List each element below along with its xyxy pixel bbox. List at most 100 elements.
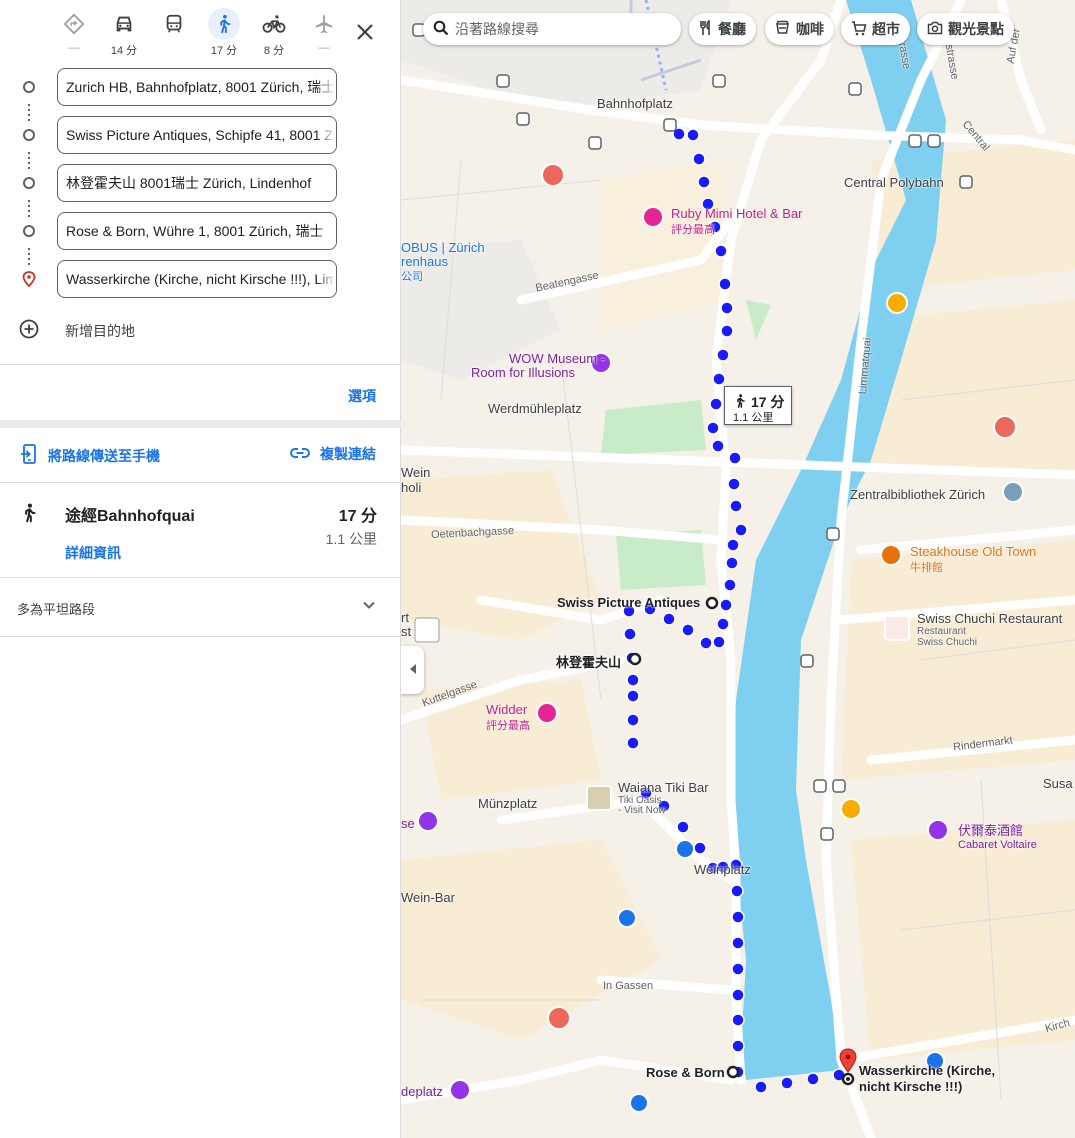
stop-input[interactable]: Zurich HB, Bahnhofplatz, 8001 Zürich, 瑞士 — [57, 68, 337, 106]
stop-input[interactable]: Swiss Picture Antiques, Schipfe 41, 8001… — [57, 116, 337, 154]
poi-label-wow-museum[interactable]: WOW Museum - — [509, 351, 605, 366]
route-option[interactable]: 途經Bahnhofquai 17 分 1.1 公里 詳細資訊 — [0, 483, 401, 577]
callout-distance: 1.1 公里 — [733, 412, 774, 424]
map-label: Zentralbibliothek Zürich — [850, 487, 986, 502]
map-label: deplatz — [401, 1084, 443, 1099]
map-label: Restaurant — [917, 626, 966, 637]
map-label: Münzplatz — [478, 796, 538, 811]
poi-subtitle: Cabaret Voltaire — [958, 839, 1037, 851]
car-icon — [108, 8, 140, 40]
search-icon — [433, 20, 449, 39]
poi-label-swiss-chuchi[interactable]: Swiss Chuchi Restaurant — [917, 611, 1062, 626]
route-callout[interactable]: 17 分 1.1 公里 — [724, 386, 792, 425]
map-label: - Visit Now — [618, 805, 666, 816]
coffee-icon — [775, 20, 791, 39]
add-destination-label: 新增目的地 — [65, 323, 135, 339]
chip-coffee[interactable]: 咖啡 — [765, 13, 834, 45]
divider — [0, 420, 401, 428]
stop-input[interactable]: 林登霍夫山 8001瑞士 Zürich, Lindenhof — [57, 164, 337, 202]
poi-rating: 評分最高 — [671, 224, 715, 236]
copy-link-label: 複製連結 — [320, 446, 376, 462]
poi-label-waiana[interactable]: Waiana Tiki Bar — [618, 780, 709, 795]
stop-label-lindenhof[interactable]: 林登霍夫山 — [556, 652, 621, 671]
chip-label: 咖啡 — [796, 21, 824, 37]
directions-panel: — 14 分 17 分 8 分 — Zurich HB, Bahnhofplat… — [0, 0, 401, 1138]
map-label: OBUS | Zürich — [401, 240, 485, 255]
poi-label-steakhouse[interactable]: Steakhouse Old Town 牛排館 — [910, 544, 1036, 575]
street-label: In Gassen — [603, 980, 654, 992]
phone-send-icon — [20, 444, 38, 467]
stop-circle-icon — [23, 129, 35, 141]
destination-label-line1[interactable]: Wasserkirche (Kirche, — [859, 1063, 995, 1078]
poi-category: 牛排館 — [910, 562, 943, 574]
poi-label-ruby-mimi[interactable]: Ruby Mimi Hotel & Bar 評分最高 — [671, 206, 802, 237]
stop-row: Wasserkirche (Kirche, nicht Kirsche !!!)… — [0, 260, 401, 298]
poi-name: WOW Museum - — [509, 351, 606, 366]
close-icon[interactable] — [353, 20, 377, 44]
mode-flights[interactable]: — — [304, 8, 344, 54]
map-label: Wein-Bar — [401, 890, 455, 905]
add-destination-button[interactable]: 新增目的地 — [0, 318, 401, 342]
stop-label-rose-born[interactable]: Rose & Born — [646, 1065, 725, 1080]
camera-icon — [927, 21, 943, 38]
mode-driving[interactable]: 14 分 — [104, 8, 144, 58]
send-to-phone-button[interactable]: 將路線傳送至手機 — [20, 444, 160, 467]
stop-row: Zurich HB, Bahnhofplatz, 8001 Zürich, 瑞士 — [0, 68, 401, 106]
collapse-panel-button[interactable] — [401, 646, 424, 694]
caret-left-icon — [409, 661, 417, 679]
chip-restaurants[interactable]: 餐廳 — [689, 13, 756, 45]
poi-label-voltaire[interactable]: 伏爾泰酒館 Cabaret Voltaire — [958, 820, 1037, 851]
map-label: se — [401, 816, 415, 831]
stop-input[interactable]: Rose & Born, Wühre 1, 8001 Zürich, 瑞士 — [57, 212, 337, 250]
stop-input[interactable]: Wasserkirche (Kirche, nicht Kirsche !!!)… — [57, 260, 337, 298]
walk-icon — [208, 8, 240, 40]
poi-rating: 評分最高 — [486, 720, 530, 732]
destination-label-line2[interactable]: nicht Kirsche !!!) — [859, 1079, 962, 1094]
stop-row: 林登霍夫山 8001瑞士 Zürich, Lindenhof — [0, 164, 401, 202]
stop-label-swiss-picture[interactable]: Swiss Picture Antiques — [557, 595, 700, 610]
add-circle-icon — [19, 319, 39, 344]
along-route-search[interactable]: 沿著路線搜尋 — [423, 13, 681, 45]
send-to-phone-label: 將路線傳送至手機 — [48, 447, 160, 464]
stop-row: Swiss Picture Antiques, Schipfe 41, 8001… — [0, 116, 401, 154]
options-button[interactable]: 選項 — [348, 386, 376, 406]
poi-label-widder[interactable]: Widder 評分最高 — [486, 702, 530, 733]
stop-circle-icon — [23, 177, 35, 189]
chevron-down-icon — [361, 597, 377, 618]
directions-icon — [58, 8, 90, 40]
mode-walking[interactable]: 17 分 — [204, 8, 244, 58]
map-canvas[interactable]: Bahnhofplatz Central Polybahn Ruby Mimi … — [401, 0, 1075, 1138]
mode-cycling[interactable]: 8 分 — [254, 8, 294, 58]
walk-icon — [18, 501, 40, 530]
map-label: Bahnhofplatz — [597, 96, 673, 111]
travel-mode-bar: — 14 分 17 分 8 分 — — [48, 8, 400, 58]
bicycle-icon — [258, 8, 290, 40]
chip-attractions[interactable]: 觀光景點 — [917, 13, 1014, 45]
chip-supermarket[interactable]: 超市 — [841, 13, 910, 45]
chip-label: 觀光景點 — [948, 21, 1004, 37]
copy-link-button[interactable]: 複製連結 — [290, 444, 376, 464]
route-details-link[interactable]: 詳細資訊 — [65, 543, 121, 563]
route-distance: 1.1 公里 — [325, 531, 377, 547]
route-note-expander[interactable]: 多為平坦路段 — [0, 578, 401, 636]
map-label: Central Polybahn — [844, 175, 944, 190]
poi-name: 伏爾泰酒館 — [958, 823, 1024, 838]
link-icon — [290, 446, 310, 462]
divider — [0, 364, 401, 365]
airplane-icon — [308, 8, 340, 40]
route-name: 途經Bahnhofquai — [65, 508, 195, 525]
route-time: 17 分 — [338, 508, 377, 525]
map-label: holi — [401, 480, 422, 495]
poi-name: Waiana Tiki Bar — [618, 780, 709, 795]
mode-best[interactable]: — — [54, 8, 94, 54]
route-note: 多為平坦路段 — [17, 602, 96, 617]
map-label: rt — [401, 610, 409, 625]
search-placeholder: 沿著路線搜尋 — [455, 21, 539, 37]
map-label: 公司 — [401, 271, 423, 283]
train-icon — [158, 8, 190, 40]
map-label: Werdmühleplatz — [488, 401, 582, 416]
cart-icon — [851, 20, 867, 39]
poi-name: Swiss Chuchi Restaurant — [917, 611, 1063, 626]
mode-transit[interactable] — [154, 8, 194, 42]
poi-label-wow-museum-2: Room for Illusions — [471, 365, 576, 380]
